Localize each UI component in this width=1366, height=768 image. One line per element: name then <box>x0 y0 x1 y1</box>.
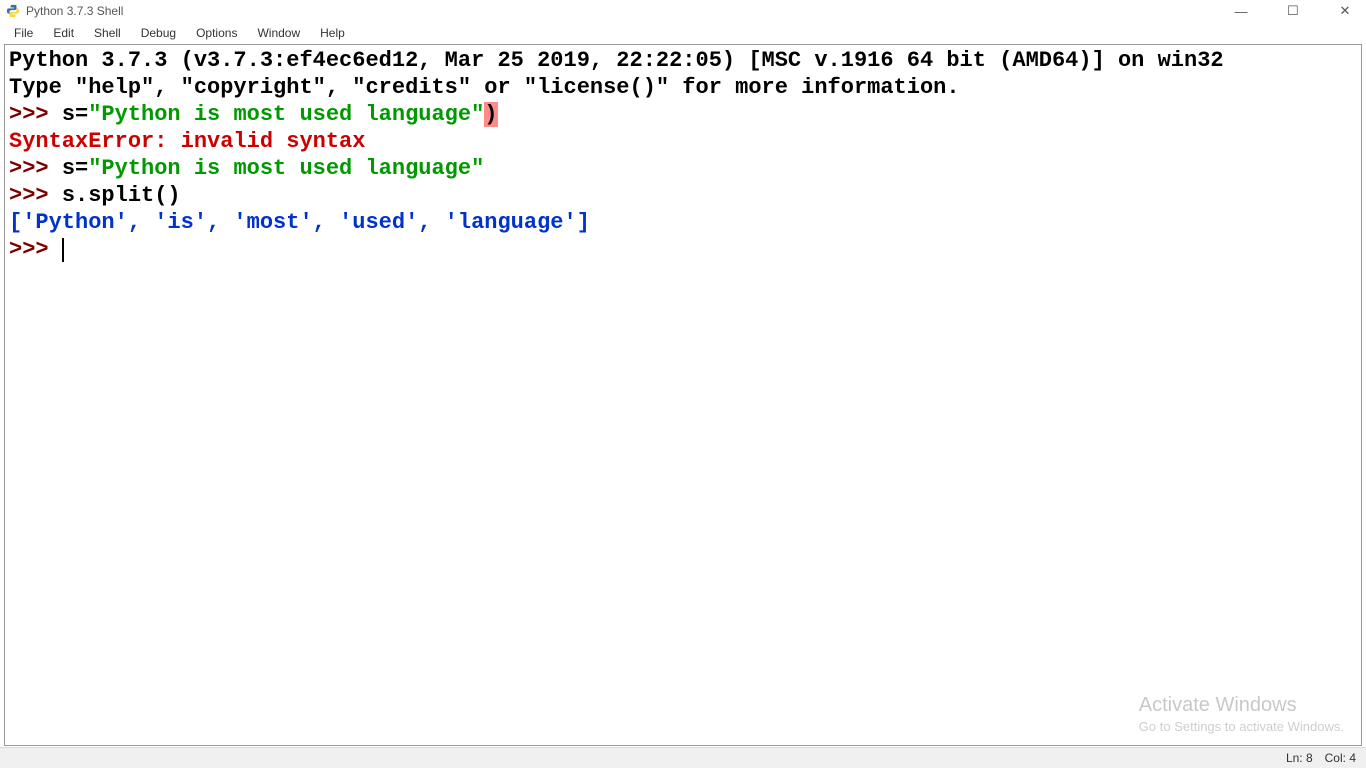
title-bar: Python 3.7.3 Shell — ☐ ✕ <box>0 0 1366 22</box>
banner-line: Type "help", "copyright", "credits" or "… <box>9 75 960 100</box>
output-text: ['Python', 'is', 'most', 'used', 'langua… <box>9 210 590 235</box>
status-column-number: Col: 4 <box>1325 751 1356 765</box>
status-line-number: Ln: 8 <box>1286 751 1313 765</box>
menu-help[interactable]: Help <box>312 24 353 42</box>
close-button[interactable]: ✕ <box>1330 3 1360 19</box>
minimize-button[interactable]: — <box>1226 4 1256 19</box>
prompt: >>> <box>9 102 62 127</box>
shell-frame: Python 3.7.3 (v3.7.3:ef4ec6ed12, Mar 25 … <box>4 44 1362 746</box>
text-cursor <box>62 238 64 262</box>
error-highlight-paren: ) <box>484 102 497 127</box>
window-controls: — ☐ ✕ <box>1226 3 1360 19</box>
window-title: Python 3.7.3 Shell <box>26 4 123 18</box>
menu-file[interactable]: File <box>6 24 41 42</box>
menu-bar: File Edit Shell Debug Options Window Hel… <box>0 22 1366 44</box>
prompt: >>> <box>9 183 62 208</box>
maximize-button[interactable]: ☐ <box>1278 3 1308 19</box>
python-idle-icon <box>6 4 20 18</box>
string-literal: "Python is most used language" <box>88 102 484 127</box>
code-text: s.split() <box>62 183 181 208</box>
menu-window[interactable]: Window <box>249 24 308 42</box>
banner-line: Python 3.7.3 (v3.7.3:ef4ec6ed12, Mar 25 … <box>9 48 1224 73</box>
menu-shell[interactable]: Shell <box>86 24 129 42</box>
prompt: >>> <box>9 237 62 262</box>
menu-options[interactable]: Options <box>188 24 245 42</box>
status-bar: Ln: 8 Col: 4 <box>0 747 1366 768</box>
code-text: s= <box>62 102 88 127</box>
prompt: >>> <box>9 156 62 181</box>
code-text: s= <box>62 156 88 181</box>
shell-text-area[interactable]: Python 3.7.3 (v3.7.3:ef4ec6ed12, Mar 25 … <box>5 45 1361 265</box>
menu-debug[interactable]: Debug <box>133 24 184 42</box>
string-literal: "Python is most used language" <box>88 156 484 181</box>
error-message: SyntaxError: invalid syntax <box>9 129 365 154</box>
menu-edit[interactable]: Edit <box>45 24 82 42</box>
